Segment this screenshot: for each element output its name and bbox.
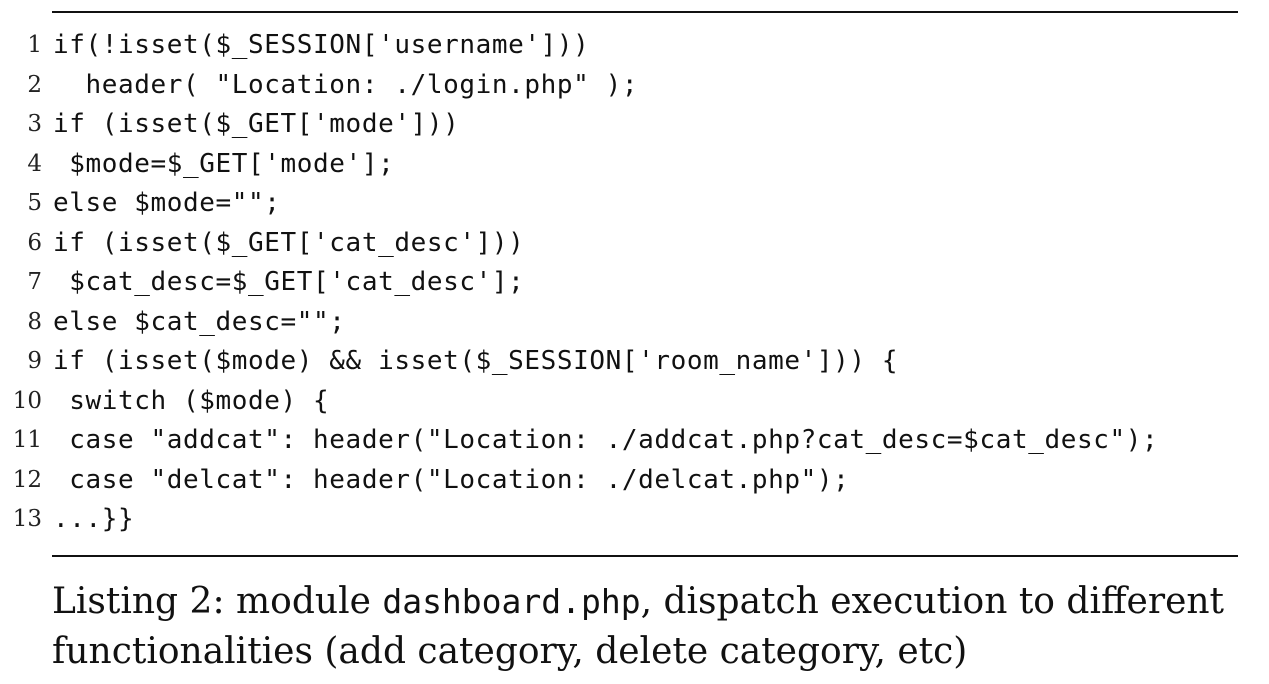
code-text: $cat_desc=$_GET['cat_desc'];: [53, 267, 525, 297]
listing-caption: Listing 2: module dashboard.php, dispatc…: [52, 577, 1242, 677]
line-number: 8: [27, 308, 42, 335]
code-line: 11 case "addcat": header("Location: ./ad…: [0, 421, 1269, 461]
code-line: 8 else $cat_desc="";: [0, 303, 1269, 343]
line-number: 2: [27, 71, 42, 98]
code-line: 12 case "delcat": header("Location: ./de…: [0, 461, 1269, 501]
line-number: 6: [27, 229, 42, 256]
code-line: 3 if (isset($_GET['mode'])): [0, 105, 1269, 145]
code-text: else $cat_desc="";: [53, 306, 346, 337]
code-line: 7 $cat_desc=$_GET['cat_desc'];: [0, 263, 1269, 303]
code-line: 6 if (isset($_GET['cat_desc'])): [0, 224, 1269, 264]
line-number: 9: [27, 348, 42, 374]
code-line: 1 if(!isset($_SESSION['username'])): [0, 26, 1269, 66]
code-line: 9 if (isset($mode) && isset($_SESSION['r…: [0, 342, 1269, 382]
code-line: 2 header( "Location: ./login.php" );: [0, 66, 1269, 106]
code-line: 13 ...}}: [0, 500, 1269, 540]
line-number: 7: [27, 269, 42, 295]
code-text: if (isset($_GET['cat_desc'])): [53, 227, 525, 258]
code-line: 4 $mode=$_GET['mode'];: [0, 145, 1269, 185]
code-text: if(!isset($_SESSION['username'])): [53, 30, 590, 60]
code-text: switch ($mode) {: [53, 385, 330, 416]
code-text: $mode=$_GET['mode'];: [53, 148, 395, 179]
code-line: 10 switch ($mode) {: [0, 382, 1269, 422]
line-number: 3: [27, 111, 42, 137]
line-number: 10: [12, 387, 42, 414]
code-text: if (isset($mode) && isset($_SESSION['roo…: [53, 346, 899, 376]
line-number: 4: [27, 150, 42, 177]
line-number: 11: [12, 427, 42, 453]
line-number: 1: [27, 32, 42, 58]
code-text: header( "Location: ./login.php" );: [53, 69, 639, 100]
caption-prefix: Listing 2: module: [52, 581, 383, 622]
bottom-rule: [52, 555, 1238, 557]
line-number: 5: [27, 190, 42, 216]
line-number: 12: [12, 466, 42, 493]
line-number: 13: [12, 506, 42, 532]
code-text: case "addcat": header("Location: ./addca…: [53, 425, 1159, 455]
code-text: if (isset($_GET['mode'])): [53, 109, 460, 139]
code-line: 5 else $mode="";: [0, 184, 1269, 224]
code-block: 1 if(!isset($_SESSION['username'])) 2 he…: [0, 26, 1269, 540]
code-text: ...}}: [53, 504, 135, 534]
code-text: case "delcat": header("Location: ./delca…: [53, 464, 850, 495]
caption-filename: dashboard.php: [382, 582, 641, 621]
code-text: else $mode="";: [53, 188, 281, 218]
top-rule: [52, 11, 1238, 13]
